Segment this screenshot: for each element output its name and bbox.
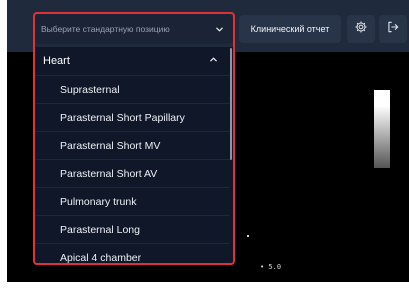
dropdown-list: Suprasternal Parasternal Short Papillary… (35, 75, 230, 263)
dropdown-item-parasternal-short-mv[interactable]: Parasternal Short MV (35, 131, 230, 159)
position-dropdown: Heart Suprasternal Parasternal Short Pap… (35, 47, 233, 263)
position-select[interactable]: Выберите стандартную позицию (35, 14, 233, 44)
clinical-report-button-label: Клинический отчет (250, 24, 330, 34)
dropdown-item-parasternal-short-av[interactable]: Parasternal Short AV (35, 159, 230, 187)
dropdown-item-parasternal-long[interactable]: Parasternal Long (35, 215, 230, 243)
dropdown-scrollbar[interactable] (230, 48, 232, 160)
dropdown-group-label: Heart (43, 55, 70, 67)
dropdown-item-parasternal-short-papillary[interactable]: Parasternal Short Papillary (35, 103, 230, 131)
dropdown-item-suprasternal[interactable]: Suprasternal (35, 75, 230, 103)
depth-marker-label: • 5.0 (260, 263, 282, 271)
settings-button[interactable] (347, 15, 375, 43)
logout-button[interactable] (379, 15, 407, 43)
clinical-report-button[interactable]: Клинический отчет (239, 15, 341, 43)
dropdown-group-heart[interactable]: Heart (35, 47, 230, 75)
dropdown-item-apical-4-chamber[interactable]: Apical 4 chamber (35, 243, 230, 263)
bottom-strip (7, 282, 409, 290)
dropdown-item-pulmonary-trunk[interactable]: Pulmonary trunk (35, 187, 230, 215)
ultrasound-app: Выберите стандартную позицию Клинический… (7, 0, 409, 290)
chevron-up-icon (209, 55, 218, 67)
position-select-placeholder: Выберите стандартную позицию (41, 24, 170, 34)
grayscale-bar (374, 90, 390, 168)
chevron-down-icon (213, 23, 225, 35)
logout-icon (386, 20, 400, 39)
gear-icon (354, 20, 368, 39)
depth-dot (247, 235, 249, 237)
